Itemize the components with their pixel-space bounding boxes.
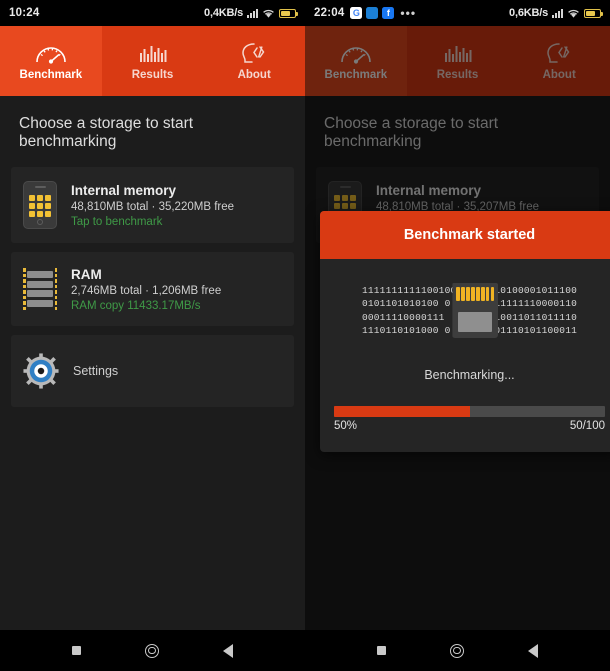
card-subtitle: 2,746MB total · 1,206MB free: [71, 284, 222, 297]
settings-label: Settings: [73, 364, 119, 378]
benchmark-status-text: Benchmarking...: [424, 368, 515, 382]
wifi-icon: [568, 9, 579, 18]
progress-bar: [334, 406, 605, 417]
navigation-bar: [305, 630, 610, 671]
progress-count-label: 50/100: [569, 420, 605, 432]
tab-bar: Benchmark Results About: [0, 26, 305, 96]
card-action-label: Tap to benchmark: [71, 215, 163, 228]
gear-icon: [23, 353, 59, 389]
google-icon: G: [350, 7, 363, 19]
dual-screenshot-container: 10:24 0,4KB/s Benchmark Results About Ch…: [0, 0, 610, 671]
status-bar: 22:04 G f ••• 0,6KB/s: [305, 0, 610, 26]
progress-percent-label: 50%: [334, 420, 358, 432]
speedometer-icon: [341, 47, 371, 64]
card-title: Internal memory: [376, 182, 482, 198]
circle-icon[interactable]: [450, 643, 464, 658]
main-content: Choose a storage to start benchmarking I…: [0, 96, 305, 407]
head-code-icon: [547, 43, 570, 63]
tab-benchmark-label: Benchmark: [19, 69, 83, 81]
status-overflow-dots: •••: [400, 6, 417, 20]
status-bar: 10:24 0,4KB/s: [0, 0, 305, 26]
benchmark-animation: 1111111111100100 0101101010100 0 0001111…: [334, 283, 605, 338]
tab-results-label: Results: [131, 69, 174, 81]
sd-card-icon: [452, 283, 499, 338]
head-code-icon: [242, 43, 265, 63]
tab-benchmark[interactable]: Benchmark: [0, 26, 102, 96]
storage-card-ram[interactable]: RAM 2,746MB total · 1,206MB free RAM cop…: [11, 252, 294, 326]
dialog-header: Benchmark started: [320, 211, 610, 259]
left-phone-screen: 10:24 0,4KB/s Benchmark Results About Ch…: [0, 0, 305, 671]
blue-app-icon: [366, 7, 379, 19]
circle-icon[interactable]: [145, 643, 159, 658]
card-title: RAM: [71, 266, 102, 282]
card-action-label: RAM copy 11433.17MB/s: [71, 299, 201, 312]
signal-bars-icon: [552, 8, 563, 18]
right-phone-screen: 22:04 G f ••• 0,6KB/s Benchmark Results …: [305, 0, 610, 671]
wifi-icon: [263, 9, 274, 18]
card-subtitle: 48,810MB total · 35,220MB free: [71, 200, 235, 213]
facebook-icon: f: [382, 7, 395, 19]
status-time: 10:24: [9, 7, 40, 19]
signal-bars-icon: [247, 8, 258, 18]
status-time: 22:04: [314, 7, 345, 19]
binary-text-right: 10100001011100 11111110000110 1001101101…: [494, 284, 578, 337]
tab-about-label: About: [542, 69, 576, 81]
bar-chart-icon: [139, 46, 166, 62]
storage-card-internal-memory[interactable]: Internal memory 48,810MB total · 35,220M…: [11, 167, 294, 243]
square-icon[interactable]: [72, 646, 81, 655]
page-title: Choose a storage to start benchmarking: [324, 115, 499, 150]
triangle-back-icon[interactable]: [223, 643, 233, 658]
tab-benchmark[interactable]: Benchmark: [305, 26, 407, 96]
navigation-bar: [0, 630, 305, 671]
tab-results[interactable]: Results: [102, 26, 204, 96]
binary-text-left: 1111111111100100 0101101010100 0 0001111…: [361, 284, 457, 337]
page-title: Choose a storage to start benchmarking: [19, 115, 194, 150]
speedometer-icon: [36, 47, 66, 64]
benchmark-dialog: Benchmark started 1111111111100100 01011…: [320, 211, 610, 452]
dialog-body: 1111111111100100 0101101010100 0 0001111…: [320, 259, 610, 452]
square-icon[interactable]: [377, 646, 386, 655]
ram-chip-icon: [23, 266, 57, 312]
phone-storage-icon: [23, 181, 57, 229]
settings-row[interactable]: Settings: [11, 335, 294, 407]
battery-icon: [279, 8, 298, 18]
tab-results[interactable]: Results: [407, 26, 509, 96]
network-speed-label: 0,6KB/s: [509, 7, 548, 19]
triangle-back-icon[interactable]: [528, 643, 538, 658]
tab-bar: Benchmark Results About: [305, 26, 610, 96]
tab-about[interactable]: About: [203, 26, 305, 96]
tab-benchmark-label: Benchmark: [324, 69, 388, 81]
tab-about-label: About: [237, 69, 271, 81]
tab-results-label: Results: [436, 69, 479, 81]
card-title: Internal memory: [71, 182, 177, 198]
battery-icon: [584, 8, 603, 18]
dialog-title: Benchmark started: [403, 227, 536, 243]
tab-about[interactable]: About: [508, 26, 610, 96]
network-speed-label: 0,4KB/s: [204, 7, 243, 19]
bar-chart-icon: [444, 46, 471, 62]
